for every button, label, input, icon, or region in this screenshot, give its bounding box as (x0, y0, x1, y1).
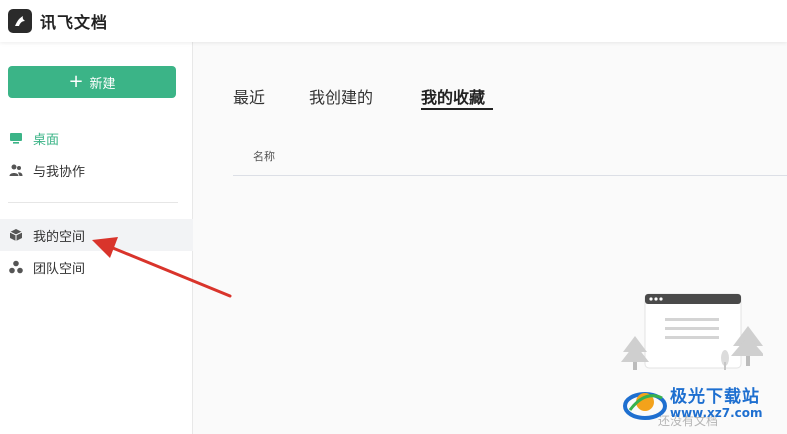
main-content: 最近 我创建的 我的收藏 名称 (193, 42, 787, 434)
app-logo-icon[interactable] (8, 9, 32, 33)
sidebar-item-collaborate[interactable]: 与我协作 (0, 154, 193, 186)
cube-icon (9, 228, 23, 242)
sidebar-item-my-space[interactable]: 我的空间 (0, 219, 193, 251)
sidebar-item-desktop[interactable]: 桌面 (0, 122, 193, 154)
sidebar-divider (8, 202, 178, 203)
team-icon (9, 260, 23, 274)
watermark-brand: 极光下载站 (670, 387, 760, 407)
tab-recent[interactable]: 最近 (233, 84, 265, 108)
watermark-logo-icon (623, 392, 667, 420)
sidebar-item-label: 团队空间 (33, 261, 86, 277)
active-tab-indicator (421, 108, 493, 110)
app-title: 讯飞文档 (40, 13, 109, 32)
watermark: 极光下载站 www.xz7.com (622, 380, 782, 430)
sidebar: + 新建 桌面 与我协作 我的空间 团队空间 (0, 42, 193, 434)
sidebar-item-label: 与我协作 (33, 164, 86, 180)
top-bar: 讯飞文档 (0, 0, 787, 42)
sidebar-item-label: 桌面 (33, 132, 60, 148)
new-button-label: 新建 (89, 76, 116, 92)
column-header-name[interactable]: 名称 (233, 148, 787, 176)
sidebar-item-label: 我的空间 (33, 229, 86, 245)
users-icon (9, 163, 23, 177)
plus-icon: + (68, 71, 84, 92)
new-button[interactable]: + 新建 (8, 66, 176, 98)
tab-created[interactable]: 我创建的 (309, 84, 373, 108)
watermark-url: www.xz7.com (670, 406, 763, 420)
tab-favorites[interactable]: 我的收藏 (421, 84, 485, 108)
monitor-icon (9, 131, 23, 145)
sidebar-item-team-space[interactable]: 团队空间 (0, 251, 193, 283)
